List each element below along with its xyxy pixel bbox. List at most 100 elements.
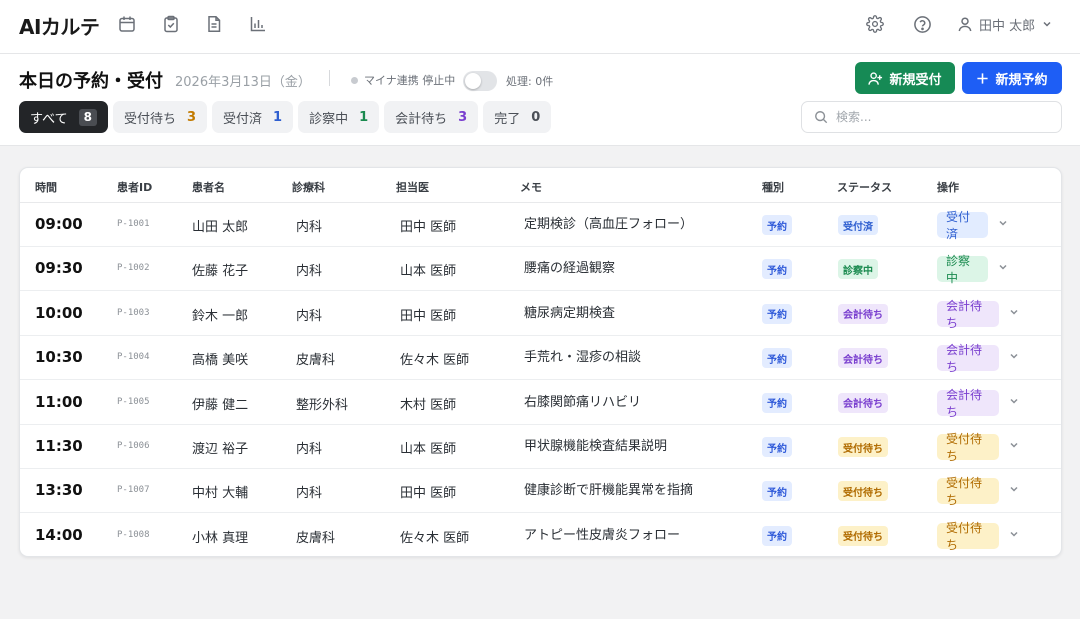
new-reception-label: 新規受付 <box>889 72 942 88</box>
chevron-down-icon[interactable] <box>1007 482 1021 496</box>
filter-tab-label: 診察中 <box>309 111 349 127</box>
row-department: 内科 <box>296 220 323 235</box>
table-row[interactable]: 09:30 P-1002 佐藤 花子 内科 山本 医師 腰痛の経過観察 予約 診… <box>20 247 1061 292</box>
myna-toggle[interactable] <box>463 71 497 91</box>
column-header: メモ <box>520 181 542 194</box>
filter-tab-label: すべて <box>30 111 68 127</box>
column-header: 種別 <box>762 181 784 194</box>
type-badge: 予約 <box>762 525 792 546</box>
table-row[interactable]: 11:30 P-1006 渡辺 裕子 内科 山本 医師 甲状腺機能検査結果説明 … <box>20 425 1061 469</box>
table-row[interactable]: 11:00 P-1005 伊藤 健二 整形外科 木村 医師 右膝関節痛リハビリ … <box>20 381 1061 425</box>
row-patient-id[interactable]: P-1008 <box>117 530 150 540</box>
row-patient-name[interactable]: 渡辺 裕子 <box>192 438 248 457</box>
row-doctor: 佐々木 医師 <box>400 530 470 546</box>
row-memo: アトピー性皮膚炎フォロー <box>524 527 681 543</box>
chevron-down-icon[interactable] <box>1007 438 1021 452</box>
filter-tab-count: 1 <box>273 109 283 125</box>
filter-tab-count: 8 <box>78 108 97 126</box>
row-action-button[interactable]: 診察中 <box>937 254 988 285</box>
table-row[interactable]: 10:00 P-1003 鈴木 一郎 内科 田中 医師 糖尿病定期検査 予約 会… <box>20 292 1061 336</box>
filter-tab-received[interactable]: 受付済 1 <box>212 101 294 133</box>
row-time: 13:30 <box>35 481 83 500</box>
table-header: 時間 患者ID 患者名 診療科 担当医 メモ 種別 ステータス 操作 <box>20 168 1061 203</box>
row-patient-id[interactable]: P-1001 <box>117 219 150 229</box>
row-time: 10:00 <box>35 303 83 322</box>
row-doctor: 山本 医師 <box>400 264 457 280</box>
row-patient-name[interactable]: 佐藤 花子 <box>192 260 248 279</box>
status-filter-tabs: すべて 8 受付待ち 3 受付済 1 診察中 1 会計待ち 3 完了 0 <box>19 101 552 133</box>
table-row[interactable]: 09:00 P-1001 山田 太郎 内科 田中 医師 定期検診（高血圧フォロー… <box>20 203 1061 247</box>
row-action-button[interactable]: 受付待ち <box>937 432 999 463</box>
user-menu[interactable]: 田中 太郎 <box>957 13 1053 35</box>
filter-tab-all[interactable]: すべて 8 <box>19 101 108 133</box>
filter-tab-in-exam[interactable]: 診察中 1 <box>298 101 380 133</box>
clipboard-icon[interactable] <box>161 14 181 34</box>
row-doctor: 田中 医師 <box>400 308 457 324</box>
row-memo: 手荒れ・湿疹の相談 <box>524 350 642 366</box>
row-action-button[interactable]: 受付待ち <box>937 521 999 552</box>
row-patient-id[interactable]: P-1005 <box>117 397 150 407</box>
document-icon[interactable] <box>204 14 224 34</box>
status-badge: 会計待ち <box>838 392 888 413</box>
row-patient-name[interactable]: 山田 太郎 <box>192 216 248 235</box>
new-appointment-button[interactable]: 新規予約 <box>962 62 1062 94</box>
myna-status-label: マイナ連携 停止中 <box>364 74 456 87</box>
type-badge: 予約 <box>762 437 792 457</box>
row-memo: 糖尿病定期検査 <box>524 305 616 321</box>
row-patient-id[interactable]: P-1006 <box>117 441 150 451</box>
gear-icon[interactable] <box>865 14 885 34</box>
search-input[interactable] <box>836 110 1036 124</box>
row-action-button[interactable]: 会計待ち <box>937 343 999 374</box>
row-doctor: 佐々木 医師 <box>400 353 470 369</box>
column-header: 時間 <box>35 181 57 194</box>
filter-tab-done[interactable]: 完了 0 <box>483 101 552 133</box>
row-action-button[interactable]: 受付済 <box>937 210 988 241</box>
row-action-button[interactable]: 会計待ち <box>937 388 999 419</box>
row-time: 09:30 <box>35 259 83 278</box>
row-patient-id[interactable]: P-1004 <box>117 352 150 362</box>
filter-tab-waiting[interactable]: 受付待ち 3 <box>112 101 207 133</box>
table-row[interactable]: 10:30 P-1004 高橋 美咲 皮膚科 佐々木 医師 手荒れ・湿疹の相談 … <box>20 336 1061 381</box>
filter-tab-label: 受付済 <box>223 111 263 127</box>
type-badge: 予約 <box>762 348 792 369</box>
appointments-table: 時間 患者ID 患者名 診療科 担当医 メモ 種別 ステータス 操作 09:00… <box>19 167 1062 557</box>
help-icon[interactable] <box>912 14 932 34</box>
chevron-down-icon[interactable] <box>996 260 1010 274</box>
chart-icon[interactable] <box>248 14 268 34</box>
user-icon <box>958 17 972 32</box>
column-header: ステータス <box>837 181 892 194</box>
row-patient-name[interactable]: 高橋 美咲 <box>192 349 248 368</box>
row-department: 皮膚科 <box>296 530 336 546</box>
new-reception-button[interactable]: 新規受付 <box>855 62 955 94</box>
row-patient-name[interactable]: 小林 真理 <box>192 527 248 546</box>
row-patient-id[interactable]: P-1003 <box>117 308 150 318</box>
chevron-down-icon[interactable] <box>1007 527 1021 541</box>
chevron-down-icon[interactable] <box>1007 305 1021 319</box>
row-department: 皮膚科 <box>296 353 336 369</box>
filter-tab-count: 3 <box>458 109 468 125</box>
filter-tab-count: 1 <box>359 109 369 125</box>
row-patient-name[interactable]: 中村 大輔 <box>192 482 248 501</box>
row-memo: 甲状腺機能検査結果説明 <box>524 439 668 454</box>
status-badge: 会計待ち <box>838 348 888 369</box>
row-memo: 腰痛の経過観察 <box>524 261 616 277</box>
row-patient-id[interactable]: P-1002 <box>117 263 150 273</box>
chevron-down-icon[interactable] <box>1007 349 1021 363</box>
chevron-down-icon[interactable] <box>1007 394 1021 408</box>
filter-tab-label: 会計待ち <box>395 111 448 127</box>
column-header: 操作 <box>937 181 959 194</box>
table-row[interactable]: 13:30 P-1007 中村 大輔 内科 田中 医師 健康診断で肝機能異常を指… <box>20 469 1061 514</box>
row-action-button[interactable]: 受付待ち <box>937 476 999 507</box>
calendar-icon[interactable] <box>117 14 137 34</box>
filter-tab-billing[interactable]: 会計待ち 3 <box>384 101 479 133</box>
app-logo[interactable]: AIカルテ <box>19 11 100 40</box>
type-badge: 予約 <box>762 259 792 280</box>
table-row[interactable]: 14:00 P-1008 小林 真理 皮膚科 佐々木 医師 アトピー性皮膚炎フォ… <box>20 514 1061 556</box>
row-action-button[interactable]: 会計待ち <box>937 299 999 330</box>
type-badge: 予約 <box>762 303 792 324</box>
row-patient-name[interactable]: 鈴木 一郎 <box>192 305 248 324</box>
top-bar: AIカルテ 田中 太郎 <box>0 0 1080 54</box>
chevron-down-icon[interactable] <box>996 216 1010 230</box>
row-patient-id[interactable]: P-1007 <box>117 485 150 495</box>
row-patient-name[interactable]: 伊藤 健二 <box>192 394 248 413</box>
